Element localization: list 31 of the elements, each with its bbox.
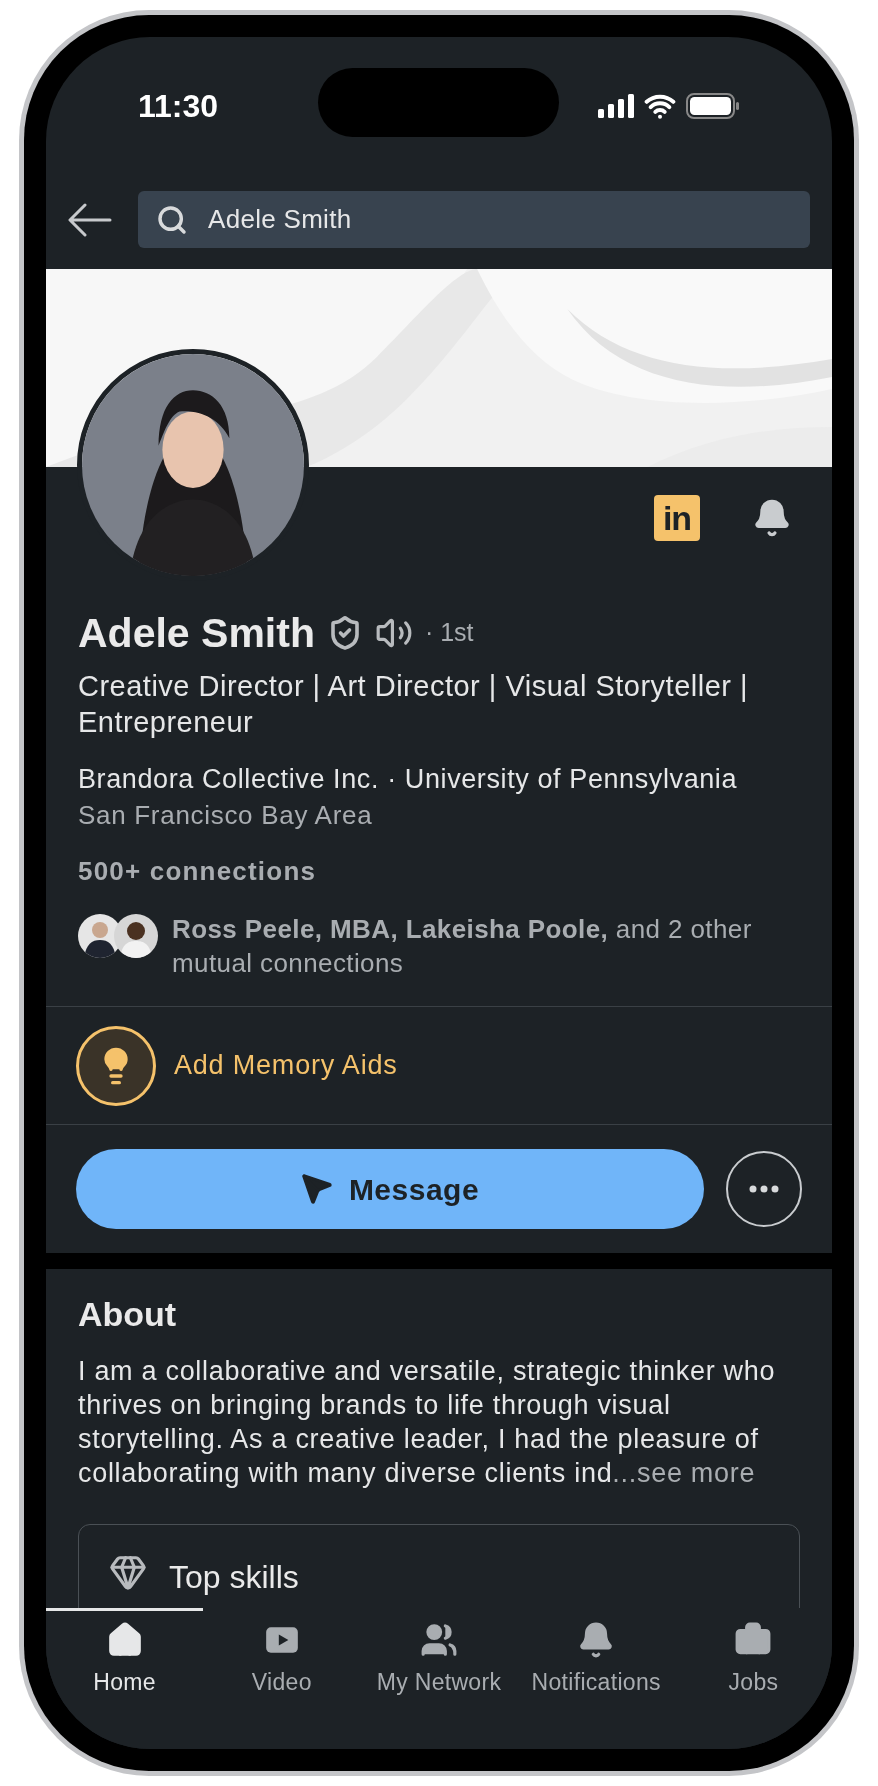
search-icon	[156, 203, 188, 236]
people-icon	[420, 1621, 458, 1659]
profile-affiliation: Brandora Collective Inc. · University of Pennsylvania	[78, 763, 739, 796]
battery-icon	[686, 93, 740, 119]
profile-headline: Creative Director | Art Director | Visual Storyteller | Entrepreneur	[78, 669, 750, 740]
nav-tab[interactable]: My Network	[360, 1608, 518, 1749]
signal-icon	[598, 94, 634, 118]
more-button[interactable]	[726, 1151, 802, 1227]
connection-degree: · 1st	[424, 617, 474, 649]
memory-aids-link[interactable]: Add Memory Aids	[174, 1045, 398, 1086]
connections-count[interactable]: 500+ connections	[78, 853, 800, 889]
linkedin-logo[interactable]: in	[654, 495, 700, 541]
about-title: About	[78, 1296, 178, 1332]
about-text: I am a collaborative and versatile, strategic thinker who thrives on bringing brands to life through visual storytelling. As a creative leader, I had the pleasure of collaborating with many diverse clients ind...see more	[78, 1355, 777, 1490]
nav-tab[interactable]: Jobs	[674, 1608, 832, 1749]
ellipsis-icon	[749, 1185, 779, 1193]
mutual-connections[interactable]: Ross Peele, MBA, Lakeisha Poole, and 2 other mutual connections	[172, 912, 800, 980]
send-icon	[300, 1173, 333, 1205]
profile-name: Adele Smith	[78, 610, 315, 656]
see-more-link[interactable]: ...see more	[612, 1458, 756, 1488]
message-button[interactable]: Message	[76, 1149, 704, 1229]
nav-tab[interactable]: Notifications	[517, 1608, 675, 1749]
status-time: 11:30	[138, 87, 219, 126]
diamond-icon	[109, 1553, 147, 1591]
profile-location: San Francisco Bay Area	[78, 799, 374, 832]
search-field[interactable]: Adele Smith	[138, 191, 810, 248]
bell-icon[interactable]	[752, 498, 792, 538]
back-arrow-icon[interactable]	[68, 202, 112, 237]
nav-tab[interactable]: Home	[46, 1608, 204, 1749]
nav-tab[interactable]: Video	[203, 1608, 361, 1749]
top-skills-title: Top skills	[169, 1558, 299, 1597]
